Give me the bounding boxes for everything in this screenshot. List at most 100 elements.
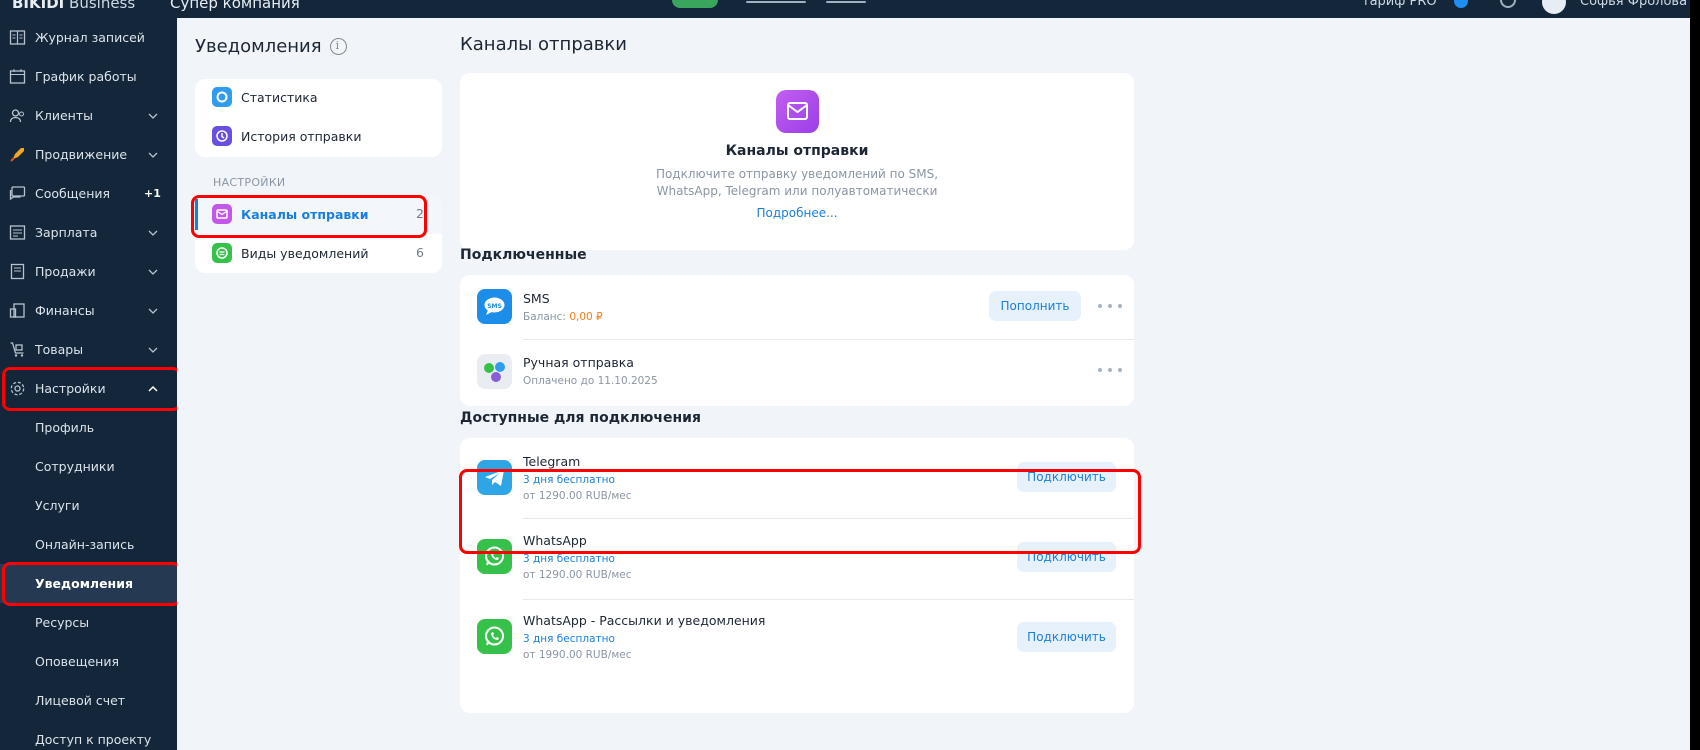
- brand-logo[interactable]: BIKIDI Business: [12, 0, 135, 12]
- learn-more-link-text[interactable]: Подробнее...: [756, 206, 837, 220]
- price-label: от 1290.00 RUB/мес: [523, 569, 632, 581]
- connected-card: SMS SMS Баланс: 0,00 ₽ Пополнить Ручная …: [460, 275, 1134, 406]
- available-section-title: Доступные для подключения: [460, 410, 701, 426]
- sidebar-item-sales[interactable]: Продажи: [0, 252, 177, 291]
- sidebar-subitem-staff[interactable]: Сотрудники: [0, 447, 177, 486]
- sidebar-subitem-label: Доступ к проекту: [35, 732, 152, 747]
- channel-name: Telegram: [523, 454, 581, 469]
- channel-name: SMS: [523, 291, 550, 306]
- salary-icon: [9, 225, 26, 240]
- channels-count: 2: [416, 206, 424, 221]
- sidebar-item-clients[interactable]: Клиенты: [0, 96, 177, 135]
- statistics-icon: [212, 87, 232, 107]
- bell-icon[interactable]: [1500, 0, 1516, 8]
- channels-icon: [212, 204, 232, 224]
- chevron-down-icon: [148, 347, 158, 353]
- sidebar-item-goods[interactable]: Товары: [0, 330, 177, 369]
- sidebar-subitem-label: Оповещения: [35, 654, 119, 669]
- sidebar-item-label: Настройки: [35, 381, 106, 396]
- more-icon[interactable]: [1098, 368, 1122, 374]
- finance-icon: [9, 303, 25, 318]
- sidebar-subitem-label: Уведомления: [35, 576, 133, 591]
- page-title: Уведомления: [195, 36, 322, 57]
- sidebar-item-label: График работы: [35, 69, 137, 84]
- menu-item-label: Каналы отправки: [241, 206, 369, 222]
- sidebar-subitem-profile[interactable]: Профиль: [0, 408, 177, 447]
- sidebar-item-label: Журнал записей: [35, 30, 145, 45]
- menu-item-history[interactable]: История отправки: [212, 125, 361, 147]
- connect-whatsapp-mailing-button[interactable]: Подключить: [1017, 622, 1116, 652]
- top-nav-link[interactable]: [826, 1, 866, 3]
- avatar[interactable]: [1542, 0, 1566, 14]
- channel-row-telegram[interactable]: Telegram 3 дня бесплатно от 1290.00 RUB/…: [460, 438, 1134, 518]
- menu-item-statistics[interactable]: Статистика: [212, 86, 318, 108]
- channel-row-sms[interactable]: SMS SMS Баланс: 0,00 ₽ Пополнить: [460, 275, 1134, 339]
- telegram-icon: [477, 460, 512, 495]
- active-indicator: [195, 199, 198, 230]
- menu-item-channels[interactable]: Каналы отправки: [212, 203, 369, 225]
- sidebar-item-messages[interactable]: Сообщения +1: [0, 174, 177, 213]
- channel-name: WhatsApp - Рассылки и уведомления: [523, 613, 766, 628]
- sidebar-subitem-label: Услуги: [35, 498, 80, 513]
- tariff-label[interactable]: тариф PRO: [1362, 0, 1437, 9]
- learn-more-link[interactable]: Подробнее...: [460, 206, 1134, 220]
- help-icon[interactable]: [1454, 0, 1468, 8]
- top-nav-link[interactable]: [746, 1, 806, 3]
- channel-name: Ручная отправка: [523, 355, 634, 370]
- sidebar-subitem-online-booking[interactable]: Онлайн-запись: [0, 525, 177, 564]
- sidebar-item-label: Клиенты: [35, 108, 94, 123]
- sidebar-item-salary[interactable]: Зарплата: [0, 213, 177, 252]
- connect-whatsapp-button[interactable]: Подключить: [1017, 542, 1116, 572]
- info-icon[interactable]: [329, 38, 347, 55]
- chevron-down-icon: [148, 113, 158, 119]
- chevron-up-icon: [148, 385, 158, 392]
- sidebar-subitem-alerts[interactable]: Оповещения: [0, 642, 177, 681]
- sidebar-subitem-resources[interactable]: Ресурсы: [0, 603, 177, 642]
- sidebar-item-settings[interactable]: Настройки: [0, 369, 177, 408]
- journal-icon: [9, 30, 26, 45]
- whatsapp-icon: [477, 539, 512, 574]
- channel-row-whatsapp-mailing[interactable]: WhatsApp - Рассылки и уведомления 3 дня …: [460, 600, 1134, 680]
- channel-row-manual[interactable]: Ручная отправка Оплачено до 11.10.2025: [460, 340, 1134, 404]
- hero-card: Каналы отправки Подключите отправку увед…: [460, 73, 1134, 250]
- price-label: от 1990.00 RUB/мес: [523, 649, 632, 661]
- sidebar-subitem-notifications[interactable]: Уведомления: [0, 564, 177, 603]
- sidebar-subitem-access[interactable]: Доступ к проекту: [0, 720, 177, 750]
- more-icon[interactable]: [1098, 304, 1122, 310]
- sidebar-item-journal[interactable]: Журнал записей: [0, 18, 177, 57]
- sidebar-item-finance[interactable]: Финансы: [0, 291, 177, 330]
- hero-description-line: WhatsApp, Telegram или полуавтоматически: [656, 184, 938, 198]
- top-up-button[interactable]: Пополнить: [989, 291, 1081, 321]
- channel-row-whatsapp[interactable]: WhatsApp 3 дня бесплатно от 1290.00 RUB/…: [460, 519, 1134, 599]
- trial-label: 3 дня бесплатно: [523, 553, 615, 565]
- channels-icon: [776, 90, 819, 133]
- sidebar-item-label: Продвижение: [35, 147, 128, 162]
- channel-name: WhatsApp: [523, 533, 587, 548]
- user-name[interactable]: Софья Фролова: [1580, 0, 1687, 9]
- available-card: Telegram 3 дня бесплатно от 1290.00 RUB/…: [460, 438, 1134, 713]
- types-icon: [212, 243, 232, 263]
- calendar-icon: [9, 69, 26, 84]
- sidebar-subitem-label: Сотрудники: [35, 459, 115, 474]
- menu-item-types[interactable]: Виды уведомлений: [212, 242, 368, 264]
- notifications-title: Уведомления: [195, 36, 347, 57]
- goods-icon: [10, 342, 24, 357]
- sidebar-item-label: Сообщения: [35, 186, 111, 201]
- sms-icon: SMS: [477, 289, 512, 324]
- sidebar-item-promotion[interactable]: Продвижение: [0, 135, 177, 174]
- balance-prefix: Баланс:: [523, 311, 566, 323]
- company-name[interactable]: Супер компания: [170, 0, 300, 12]
- sidebar-item-schedule[interactable]: График работы: [0, 57, 177, 96]
- connect-telegram-button[interactable]: Подключить: [1017, 462, 1116, 492]
- whatsapp-icon: [477, 619, 512, 654]
- sidebar-subitem-label: Лицевой счет: [35, 693, 126, 708]
- status-pill[interactable]: [672, 0, 718, 8]
- sidebar-subitem-account[interactable]: Лицевой счет: [0, 681, 177, 720]
- trial-label: 3 дня бесплатно: [523, 633, 615, 645]
- unread-badge: +1: [144, 187, 161, 200]
- rocket-icon: [10, 148, 24, 162]
- sidebar-subitem-services[interactable]: Услуги: [0, 486, 177, 525]
- chevron-down-icon: [148, 308, 158, 314]
- menu-section-label: НАСТРОЙКИ: [213, 176, 286, 189]
- settings-menu-card: Каналы отправки 2 Виды уведомлений 6: [195, 195, 442, 273]
